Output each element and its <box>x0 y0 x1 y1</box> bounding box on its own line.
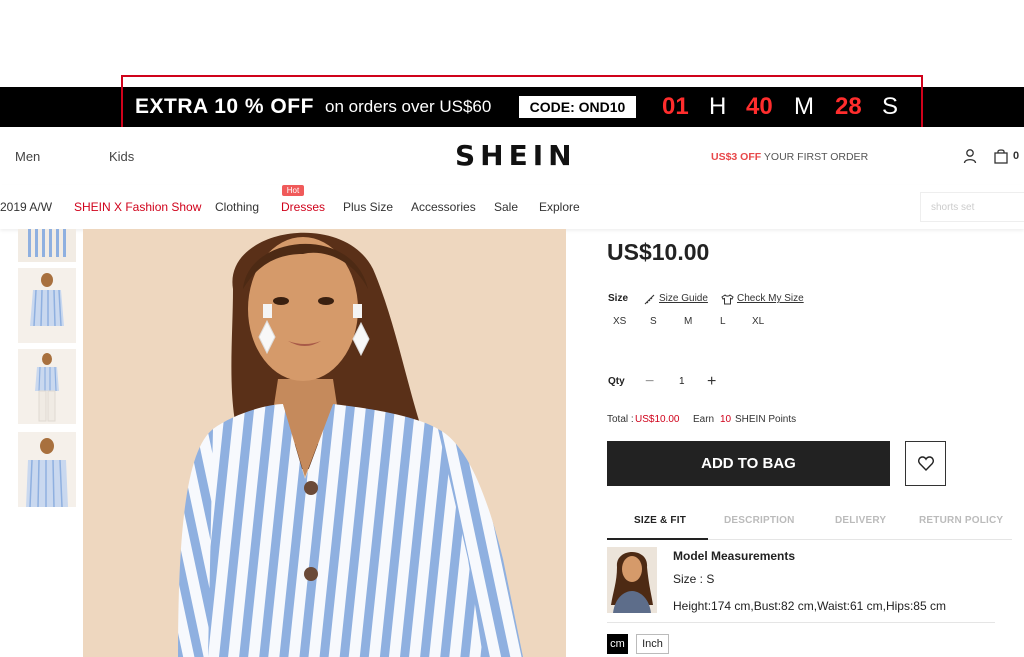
model-photo <box>607 547 657 613</box>
model-measurements-title: Model Measurements <box>673 549 796 563</box>
category-clothing[interactable]: Clothing <box>215 200 259 214</box>
category-plus-size[interactable]: Plus Size <box>343 200 393 214</box>
product-main-image[interactable] <box>83 229 566 657</box>
size-option-xs[interactable]: XS <box>613 316 626 328</box>
unit-cm-button[interactable]: cm <box>607 634 628 654</box>
tab-return-policy[interactable]: RETURN POLICY <box>919 515 1003 527</box>
search-input[interactable]: shorts set <box>920 192 1024 222</box>
tab-delivery[interactable]: DELIVERY <box>835 515 886 527</box>
shirt-icon <box>721 292 734 305</box>
ruler-icon <box>644 292 655 305</box>
category-sale[interactable]: Sale <box>494 200 518 214</box>
product-thumbnail[interactable] <box>18 268 76 343</box>
category-explore[interactable]: Explore <box>539 200 580 214</box>
size-option-l[interactable]: L <box>720 316 726 328</box>
category-aw[interactable]: 2019 A/W <box>0 200 52 214</box>
product-thumbnail[interactable] <box>18 432 76 507</box>
nav-men[interactable]: Men <box>15 149 40 165</box>
check-my-size-link[interactable]: Check My Size <box>737 293 804 305</box>
bag-count: 0 <box>1013 150 1020 162</box>
first-order-text: YOUR FIRST ORDER <box>761 151 869 163</box>
points-label: SHEIN Points <box>735 414 797 425</box>
category-dresses[interactable]: Dresses <box>281 200 325 214</box>
shein-logo[interactable]: SHEIN <box>455 141 577 171</box>
product-thumbnail[interactable] <box>18 229 76 262</box>
model-size: Size : S <box>673 572 715 586</box>
product-page: EXTRA 10 % OFF on orders over US$60 CODE… <box>0 0 1024 657</box>
active-tab-indicator <box>607 538 708 540</box>
model-measurements: Height:174 cm,Bust:82 cm,Waist:61 cm,Hip… <box>673 599 946 613</box>
bag-icon[interactable] <box>993 148 1009 164</box>
wishlist-button[interactable] <box>905 441 946 486</box>
qty-value[interactable]: 1 <box>679 376 685 387</box>
earn-label: Earn <box>693 414 715 425</box>
product-thumbnail[interactable] <box>18 349 76 424</box>
unit-inch-button[interactable]: Inch <box>636 634 669 654</box>
size-guide-link[interactable]: Size Guide <box>659 293 708 305</box>
size-label: Size <box>608 293 629 304</box>
size-option-m[interactable]: M <box>684 316 692 328</box>
total-label: Total : <box>607 414 634 425</box>
size-option-xl[interactable]: XL <box>752 316 764 328</box>
user-icon[interactable] <box>962 148 978 164</box>
first-order-amount: US$3 OFF <box>711 151 762 163</box>
earn-points: 10 <box>720 414 732 425</box>
qty-label: Qty <box>608 376 625 387</box>
qty-decrease-button[interactable]: − <box>645 374 654 390</box>
tab-size-fit[interactable]: SIZE & FIT <box>634 515 686 527</box>
hot-badge: Hot <box>282 185 304 196</box>
size-option-s[interactable]: S <box>650 316 657 328</box>
add-to-bag-button[interactable]: ADD TO BAG <box>607 441 890 486</box>
qty-increase-button[interactable]: + <box>707 374 716 390</box>
total-value: US$10.00 <box>635 414 680 425</box>
nav-kids[interactable]: Kids <box>109 149 134 165</box>
tab-description[interactable]: DESCRIPTION <box>724 515 795 527</box>
category-accessories[interactable]: Accessories <box>411 200 476 214</box>
category-fashion-show[interactable]: SHEIN X Fashion Show <box>74 200 201 214</box>
divider <box>607 622 995 623</box>
product-price: US$10.00 <box>607 239 710 265</box>
first-order-promo[interactable]: US$3 OFF YOUR FIRST ORDER <box>711 150 868 164</box>
